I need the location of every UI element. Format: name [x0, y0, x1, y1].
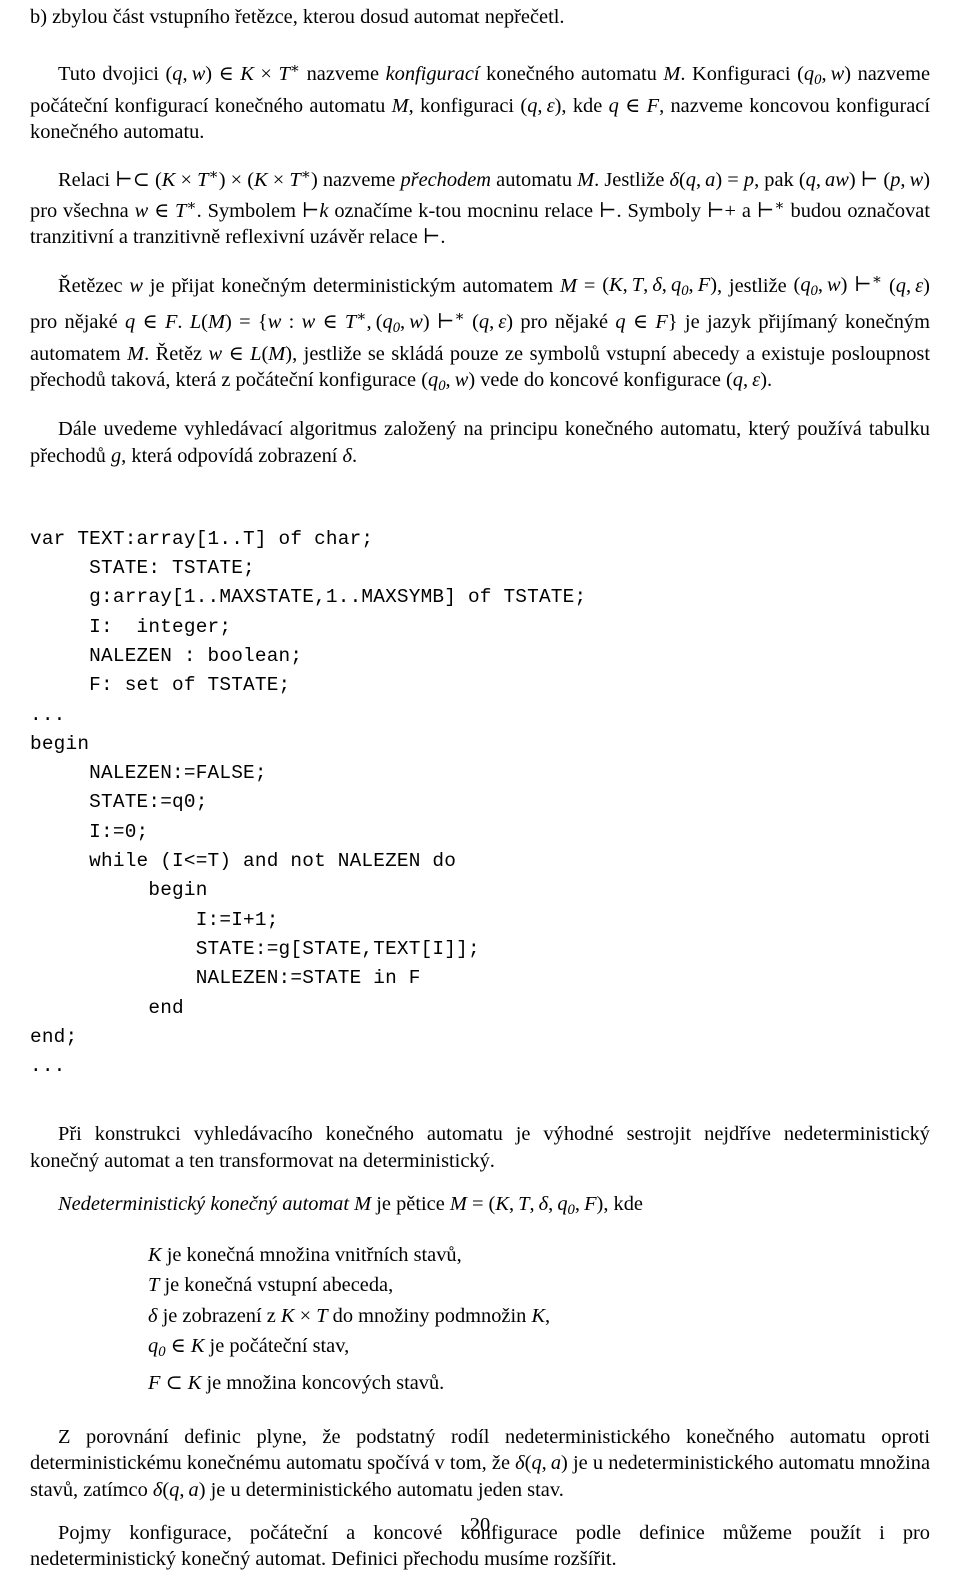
paragraph-relaci: Relaci ⊢⊂ (K × T∗) × (K × T∗) nazveme př…	[30, 167, 931, 249]
definition-list: K je konečná množina vnitřních stavů, T …	[30, 1240, 930, 1398]
definition-list-item-K: K je konečná množina vnitřních stavů,	[148, 1243, 462, 1266]
paragraph-retezec: Řetězec w je přijat konečným determinist…	[30, 272, 931, 395]
definition-list-item-q0: q0 ∈ K je počáteční stav,	[148, 1335, 350, 1361]
paragraph-nedeterministicky-definice: Nedeterministický konečný automat M je p…	[58, 1192, 643, 1218]
definition-list-item-F: F ⊂ K je množina koncových stavů.	[148, 1371, 445, 1394]
paragraph-pri-konstrukci: Při konstrukci vyhledávacího konečného a…	[30, 1123, 930, 1172]
definition-list-item-delta: δ je zobrazení z K × T do množiny podmno…	[148, 1304, 551, 1327]
code-listing: var TEXT:array[1..T] of char; STATE: TST…	[30, 527, 587, 1078]
definition-list-item-T: T je konečná vstupní abeceda,	[148, 1274, 394, 1297]
paragraph-dale-uvedeme: Dále uvedeme vyhledávací algoritmus zalo…	[30, 418, 930, 467]
paragraph-item-b: b) zbylou část vstupního řetězce, kterou…	[30, 6, 565, 28]
page-number: 20	[469, 1514, 491, 1536]
document-page: b) zbylou část vstupního řetězce, kterou…	[0, 0, 960, 1570]
paragraph-z-porovnani: Z porovnání definic plyne, že podstatný …	[30, 1426, 930, 1501]
paragraph-konfigurace: Tuto dvojici (q, w) ∈ K × T∗ nazveme kon…	[30, 61, 931, 144]
